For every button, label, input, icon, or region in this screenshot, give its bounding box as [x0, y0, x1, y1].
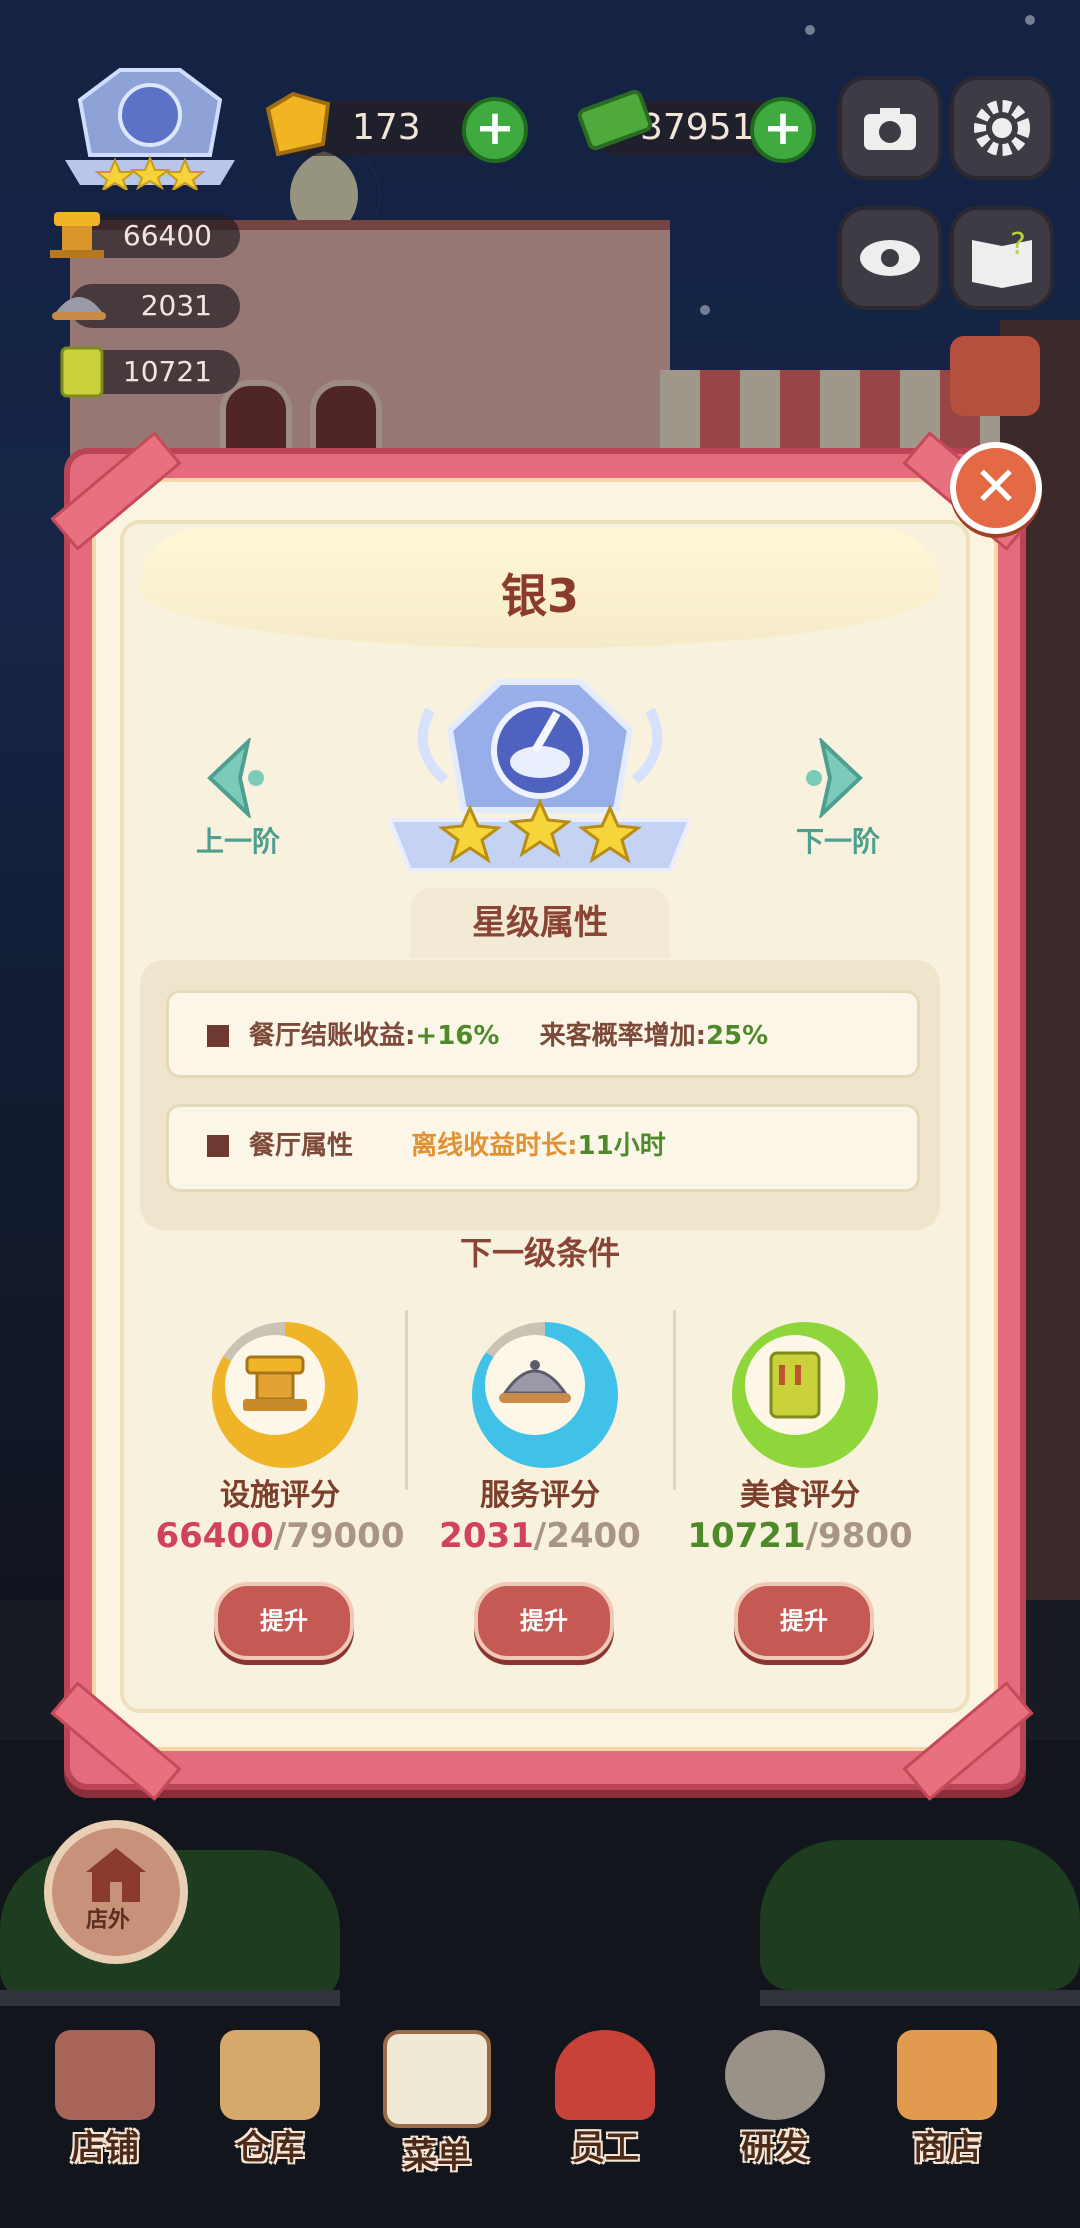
gem-icon — [258, 84, 338, 164]
facility-score-progress: 66400/79000 — [140, 1516, 420, 1556]
restaurant-attribute-label: 餐厅属性 — [249, 1131, 354, 1161]
row1-text: 餐厅结账收益:+16% 来客概率增加:25% — [249, 1019, 768, 1053]
food-max: /9800 — [805, 1516, 913, 1556]
next-level-conditions-title: 下一级条件 — [459, 1234, 620, 1272]
facility-progress-ring — [212, 1322, 358, 1468]
checkout-bonus-row: 餐厅结账收益:+16% 来客概率增加:25% — [166, 990, 920, 1078]
camera-button[interactable] — [838, 76, 942, 180]
nav-research[interactable]: 研发 — [700, 2030, 850, 2180]
menu-clipboard-icon — [383, 2030, 491, 2128]
camera-icon — [864, 108, 916, 150]
prev-tier-label[interactable]: 上一阶 — [158, 820, 318, 860]
facility-score-label: 设施评分 — [220, 1478, 340, 1513]
visitor-rate-value: 25% — [705, 1021, 769, 1051]
quest-book-button[interactable] — [950, 336, 1040, 416]
service-progress-ring — [472, 1322, 618, 1468]
offline-income-label: 离线收益时长: — [411, 1131, 578, 1161]
gear-icon — [974, 100, 1030, 156]
cash-icon — [575, 80, 655, 160]
row-bullet — [207, 1135, 229, 1157]
upgrade-food-button[interactable]: 提升 — [734, 1582, 874, 1660]
service-max: /2400 — [533, 1516, 641, 1556]
close-button[interactable]: ✕ — [950, 442, 1042, 534]
upgrade-facility-button[interactable]: 提升 — [214, 1582, 354, 1660]
next-tier-label[interactable]: 下一阶 — [758, 820, 918, 860]
service-icon — [46, 276, 112, 336]
tier-title: 银3 — [500, 569, 579, 623]
star-attributes-title: 星级属性 — [410, 888, 670, 958]
gem-count: 173 — [352, 107, 421, 148]
row-bullet — [207, 1025, 229, 1047]
nav-store-label: 商店 — [913, 2128, 981, 2168]
nav-menu-label: 菜单 — [403, 2136, 471, 2176]
close-icon: ✕ — [973, 455, 1019, 518]
shop-icon — [55, 2030, 155, 2120]
checkout-income-label: 餐厅结账收益: — [249, 1021, 416, 1051]
visitor-rate-label: 来客概率增加: — [539, 1021, 706, 1051]
eye-icon — [860, 240, 920, 276]
service-cloche-icon — [499, 1360, 571, 1403]
facility-icon — [243, 1355, 307, 1411]
service-score-label: 服务评分 — [480, 1478, 600, 1513]
nav-menu[interactable]: 菜单 — [362, 2030, 512, 2180]
prev-tier-arrow-icon[interactable] — [200, 736, 270, 820]
upgrade-service-button[interactable]: 提升 — [474, 1582, 614, 1660]
offline-income-value: 11小时 — [577, 1131, 666, 1161]
food-score-label: 美食评分 — [740, 1478, 860, 1513]
silver-tier-badge-icon — [387, 670, 693, 880]
settings-button[interactable] — [950, 76, 1054, 180]
store-icon — [897, 2030, 997, 2120]
add-gems-button[interactable]: + — [462, 97, 528, 163]
food-progress-ring — [732, 1322, 878, 1468]
nav-staff[interactable]: 员工 — [530, 2030, 680, 2180]
nav-store[interactable]: 商店 — [872, 2030, 1022, 2180]
checkout-income-value: +16% — [415, 1021, 500, 1051]
next-tier-arrow-icon[interactable] — [800, 736, 870, 820]
view-toggle-button[interactable] — [838, 206, 942, 310]
outside-label: 店外 — [85, 1908, 130, 1933]
svg-text:?: ? — [1010, 227, 1026, 262]
column-divider — [673, 1310, 676, 1490]
nav-shop-label: 店铺 — [71, 2128, 139, 2168]
facility-max: /79000 — [273, 1516, 405, 1556]
book-question-icon: ? — [972, 227, 1032, 288]
service-score-progress: 2031/2400 — [400, 1516, 680, 1556]
outside-button[interactable] — [44, 1820, 188, 1964]
guide-book-button[interactable]: ? — [950, 206, 1054, 310]
nav-warehouse[interactable]: 仓库 — [195, 2030, 345, 2180]
staff-icon — [555, 2030, 655, 2120]
food-score-value: 10721 — [122, 355, 212, 388]
nav-research-label: 研发 — [741, 2128, 809, 2168]
restaurant-attribute-row: 餐厅属性 离线收益时长:11小时 — [166, 1104, 920, 1192]
facility-score-value: 66400 — [122, 219, 212, 252]
food-score-progress: 10721/9800 — [660, 1516, 940, 1556]
nav-warehouse-label: 仓库 — [236, 2128, 304, 2168]
food-current: 10721 — [687, 1516, 806, 1556]
row2-text: 餐厅属性 离线收益时长:11小时 — [249, 1129, 666, 1163]
recipe-book-icon — [52, 342, 112, 402]
facility-current: 66400 — [155, 1516, 274, 1556]
recipe-book-icon — [769, 1351, 821, 1419]
service-score-value: 2031 — [140, 289, 212, 322]
rank-badge-icon[interactable] — [60, 60, 240, 193]
column-divider — [405, 1310, 408, 1490]
service-current: 2031 — [439, 1516, 534, 1556]
add-cash-button[interactable]: + — [750, 97, 816, 163]
facility-icon — [44, 204, 110, 264]
research-pan-icon — [725, 2030, 825, 2120]
nav-shop[interactable]: 店铺 — [30, 2030, 180, 2180]
nav-staff-label: 员工 — [571, 2128, 639, 2168]
cash-count: 37951 — [640, 107, 755, 148]
warehouse-icon — [220, 2030, 320, 2120]
